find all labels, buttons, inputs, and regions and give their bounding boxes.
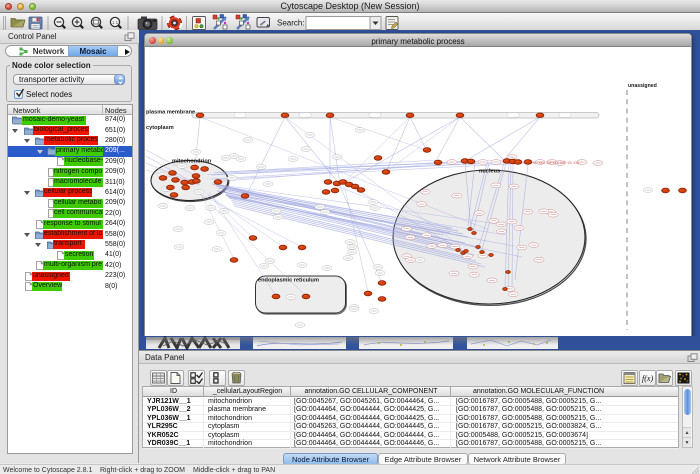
svg-text:1:1: 1:1 (112, 20, 119, 25)
svg-text:cytoplasm: cytoplasm (146, 125, 174, 131)
svg-text:f(x): f(x) (642, 374, 653, 383)
svg-text:endoplasmic reticulum: endoplasmic reticulum (258, 278, 319, 284)
svg-text:xx-xxx xxl-xxx xxh-xx xxx: xx-xxx xxl-xxx xxh-xx xxx (533, 160, 580, 165)
svg-text:Search:: Search: (277, 19, 305, 28)
svg-text:mitochondrion: mitochondrion (172, 159, 212, 165)
svg-text:nucleus: nucleus (479, 169, 500, 175)
svg-text:plasma membrane: plasma membrane (146, 110, 195, 116)
svg-text:unassigned: unassigned (628, 83, 657, 89)
